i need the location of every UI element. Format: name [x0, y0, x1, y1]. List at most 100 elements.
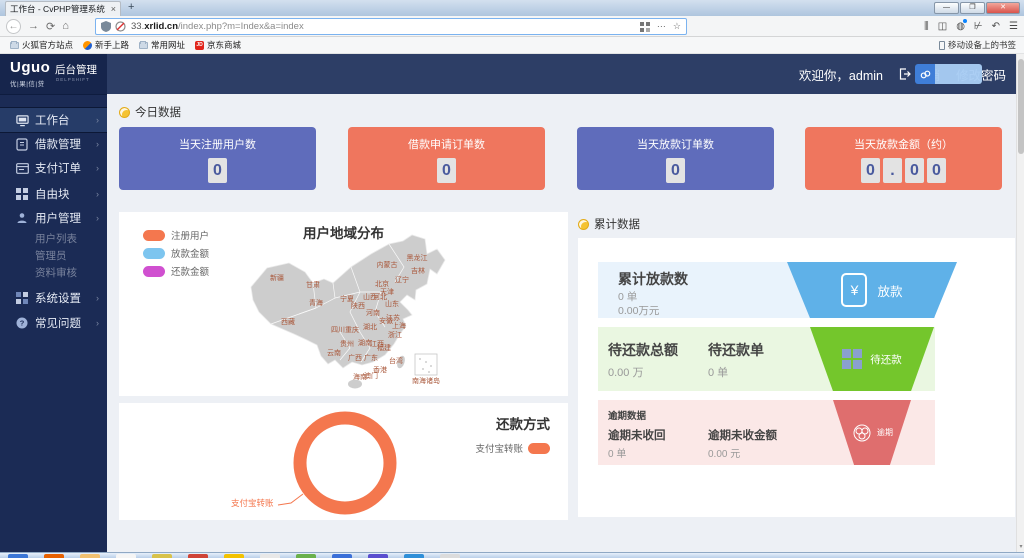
province-label[interactable]: 吉林	[411, 266, 425, 276]
section-bullet-icon	[119, 107, 130, 118]
province-label[interactable]: 河南	[366, 308, 380, 318]
province-label[interactable]: 海南	[353, 372, 367, 382]
row-subtitle: 逾期数据	[608, 408, 646, 422]
app-logo[interactable]: Uguo 优|果|信|贷 后台管理 DELPSHIFT	[0, 54, 107, 95]
tab-close-icon[interactable]: ×	[111, 4, 116, 14]
qr-scan-icon[interactable]	[640, 22, 650, 32]
taskbar-app-icon[interactable]	[368, 554, 388, 558]
province-label[interactable]: 四川	[331, 325, 345, 335]
section-today: 今日数据	[119, 104, 181, 120]
blocked-permission-icon[interactable]	[115, 21, 126, 32]
sidebar-item-faq[interactable]: ? 常见问题 ›	[0, 310, 107, 336]
taskbar-app-icon[interactable]	[404, 554, 424, 558]
province-label[interactable]: 辽宁	[395, 275, 409, 285]
sidebar-item-user-management[interactable]: 用户管理 ›	[0, 205, 107, 231]
taskbar-app-icon[interactable]	[224, 554, 244, 558]
home-button[interactable]: ⌂	[62, 20, 69, 32]
url-bar[interactable]: 33.xrlid.cn/index.php?m=Index&a=index ⋯ …	[95, 18, 687, 35]
sidebar-item-system-settings[interactable]: 系统设置 ›	[0, 285, 107, 311]
close-button[interactable]: ✕	[986, 2, 1020, 14]
bookmark-star-icon[interactable]: ☆	[673, 21, 681, 32]
taskbar-app-icon[interactable]	[8, 554, 28, 558]
stat-card-disbursed-amount[interactable]: 当天放款金额（约） 0 . 0 0	[805, 127, 1002, 190]
province-label[interactable]: 黑龙江	[407, 253, 428, 263]
subitem-label: 用户列表	[35, 231, 77, 246]
browser-tab[interactable]: 工作台 - CvPHP管理系统 ×	[5, 1, 121, 16]
row-title: 累计放款数	[618, 269, 688, 289]
province-label[interactable]: 湖北	[363, 322, 377, 332]
row-label: 逾期未收回	[608, 427, 666, 443]
taskbar-app-icon[interactable]	[188, 554, 208, 558]
counter-digit: 0	[861, 158, 880, 183]
extension-tooltip-overlay[interactable]	[915, 64, 982, 84]
windows-taskbar[interactable]	[0, 552, 1024, 558]
shield-icon[interactable]	[101, 21, 111, 32]
stat-card-disbursed-orders[interactable]: 当天放款订单数 0	[577, 127, 774, 190]
province-label[interactable]: 青海	[309, 298, 323, 308]
forward-button[interactable]: →	[28, 20, 39, 32]
sidebar-item-payment-orders[interactable]: 支付订单 ›	[0, 155, 107, 181]
funnel-stage-disbursed[interactable]: ¥ 放款	[787, 262, 957, 318]
taskbar-app-icon[interactable]	[116, 554, 136, 558]
page-scrollbar[interactable]: ▾	[1016, 54, 1024, 552]
maximize-button[interactable]: ❐	[960, 2, 985, 14]
province-label[interactable]: 西藏	[281, 317, 295, 327]
province-label[interactable]: 重庆	[345, 325, 359, 335]
province-label[interactable]: 福建	[377, 343, 391, 353]
back-button[interactable]: ←	[6, 19, 21, 34]
bookmark-item[interactable]: JD京东商城	[195, 39, 241, 51]
page-actions-icon[interactable]: ⋯	[657, 21, 666, 32]
province-label[interactable]: 贵州	[340, 339, 354, 349]
taskbar-app-icon[interactable]	[332, 554, 352, 558]
sidebar-toggle-icon[interactable]: ◫	[938, 21, 947, 32]
undo-closed-tab-icon[interactable]: ↶	[992, 21, 1000, 32]
menu-icon[interactable]: ☰	[1009, 21, 1018, 32]
logout-icon	[899, 68, 911, 80]
bookmark-item[interactable]: 新手上路	[83, 39, 129, 51]
sidebar-subitem-user-list[interactable]: 用户列表	[35, 230, 107, 247]
mobile-bookmarks[interactable]: 移动设备上的书签	[939, 39, 1016, 51]
library-icon[interactable]: ⫼	[924, 21, 929, 32]
province-label[interactable]: 广东	[364, 353, 378, 363]
account-icon[interactable]: ◍	[956, 21, 965, 32]
province-label[interactable]: 广西	[348, 353, 362, 363]
province-label[interactable]: 甘肃	[306, 280, 320, 290]
new-tab-button[interactable]: +	[128, 1, 134, 13]
province-label[interactable]: 南海诸岛	[412, 376, 440, 386]
taskbar-app-icon[interactable]	[296, 554, 316, 558]
taskbar-app-icon[interactable]	[80, 554, 100, 558]
taskbar-app-icon[interactable]	[260, 554, 280, 558]
screenshot-tool-icon[interactable]: ⊬	[974, 21, 983, 32]
sidebar-item-workbench[interactable]: 工作台 ›	[0, 107, 107, 133]
stat-card-registered-users[interactable]: 当天注册用户数 0	[119, 127, 316, 190]
sidebar-subitem-profile-review[interactable]: 资料审核	[35, 264, 107, 281]
province-label[interactable]: 内蒙古	[377, 260, 398, 270]
row-value: 0.00 元	[708, 445, 740, 460]
china-map[interactable]	[119, 212, 568, 396]
province-label[interactable]: 陕西	[351, 301, 365, 311]
url-text[interactable]: 33.xrlid.cn/index.php?m=Index&a=index	[131, 21, 640, 32]
scrollbar-thumb[interactable]	[1018, 59, 1024, 154]
reload-button[interactable]: ⟳	[46, 20, 55, 33]
minimize-button[interactable]: —	[934, 2, 959, 14]
bookmark-item[interactable]: 常用网址	[139, 39, 185, 51]
taskbar-app-icon[interactable]	[152, 554, 172, 558]
bookmark-item[interactable]: 火狐官方站点	[10, 39, 73, 51]
taskbar-app-icon[interactable]	[44, 554, 64, 558]
sidebar-item-label: 工作台	[35, 112, 70, 128]
province-label[interactable]: 台湾	[389, 356, 403, 366]
province-label[interactable]: 浙江	[388, 330, 402, 340]
taskbar-app-icon[interactable]	[440, 554, 460, 558]
sidebar-item-free-blocks[interactable]: 自由块 ›	[0, 181, 107, 207]
order-list-icon	[15, 161, 29, 175]
sidebar-item-loans[interactable]: 借款管理 ›	[0, 131, 107, 157]
scroll-down-arrow[interactable]: ▾	[1017, 543, 1024, 550]
province-label[interactable]: 新疆	[270, 273, 284, 283]
province-label[interactable]: 山东	[385, 299, 399, 309]
sidebar-subitem-admins[interactable]: 管理员	[35, 247, 107, 264]
phone-icon	[939, 41, 945, 50]
province-label[interactable]: 安徽	[379, 316, 393, 326]
stat-card-loan-applications[interactable]: 借款申请订单数 0	[348, 127, 545, 190]
province-label[interactable]: 云南	[327, 348, 341, 358]
repayment-legend[interactable]: 支付宝转账	[475, 441, 550, 455]
